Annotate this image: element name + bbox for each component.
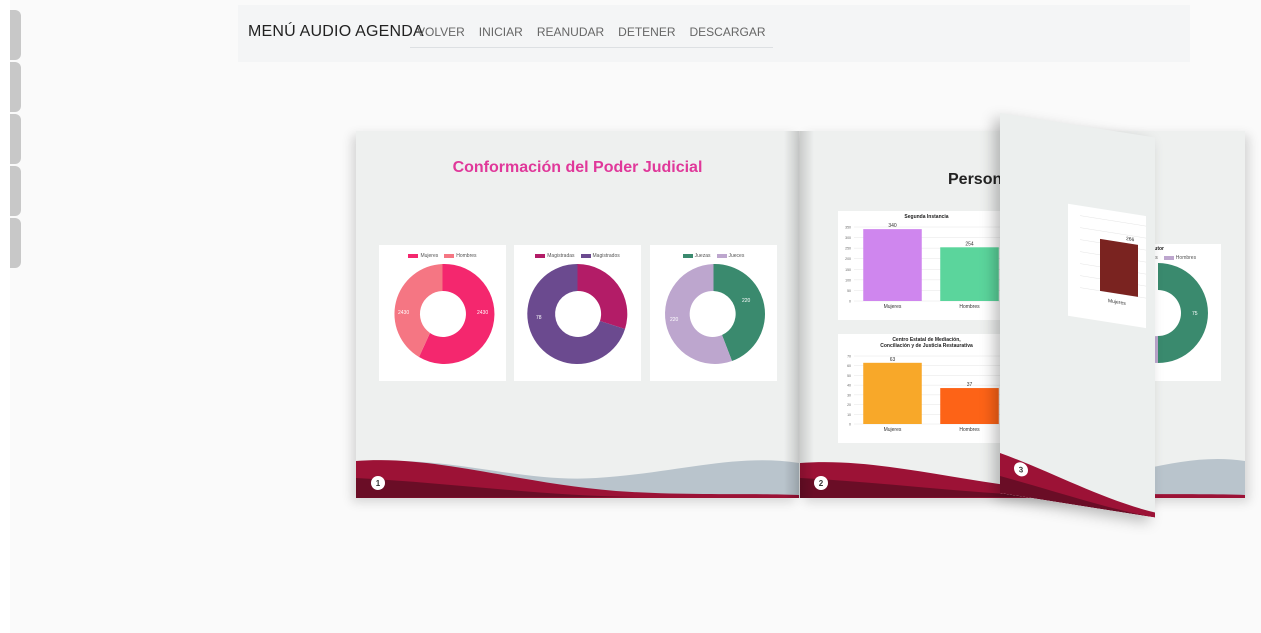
bar-chart-1-title: Segunda Instancia <box>904 214 949 220</box>
legend-magistrados: Magistrados <box>592 253 620 259</box>
donut-1-label-b: 2430 <box>398 310 409 316</box>
y-tick-label: 10 <box>847 413 851 417</box>
bar-chart-2-title-line-2: Conciliación y de Justicia Restaurativa <box>880 343 973 349</box>
donut-3-label-a: 220 <box>742 298 751 304</box>
legend-ejecutor-hombres: Hombres <box>1175 255 1197 261</box>
bar-mujeres <box>863 229 922 301</box>
y-tick-label: 0 <box>849 423 851 427</box>
page-2-number: 2 <box>814 476 828 490</box>
side-tab-1[interactable] <box>10 10 21 60</box>
menu-volver-button[interactable]: VOLVER <box>410 21 472 45</box>
bar-hombres <box>940 388 999 424</box>
donut-card-1: Mujeres Hombres 2430 2430 <box>379 245 506 381</box>
legend-magistradas: Magistradas <box>547 253 575 259</box>
bar-category-label: Hombres <box>959 427 980 433</box>
donut-2: 78 <box>527 263 628 364</box>
bar-hombres <box>940 247 999 301</box>
donut-1-label-a: 2430 <box>477 310 488 316</box>
y-tick-label: 40 <box>847 384 851 388</box>
y-tick-label: 300 <box>845 236 851 240</box>
donut-card-2: Magistradas Magistrados 78 <box>514 245 641 381</box>
menu-detener-button[interactable]: DETENER <box>611 21 682 45</box>
page-1-wave <box>356 460 799 498</box>
page-3-bar-chart: 266 Mujeres <box>1080 215 1146 307</box>
page-3-bar-value: 266 <box>1126 236 1135 243</box>
book-page-1[interactable]: Conformación del Poder Judicial Mujeres … <box>356 131 799 498</box>
bar-card-centro-mediacion: Centro Estatal de Mediación, Conciliació… <box>838 334 1015 443</box>
donut-3-label-b: 220 <box>670 317 679 323</box>
y-tick-label: 250 <box>845 247 851 251</box>
menu-reanudar-button[interactable]: REANUDAR <box>530 21 611 45</box>
bar-chart-centro-mediacion: 0 10 20 30 40 50 60 70 63 Mujeres 37 Hombres <box>847 355 1008 433</box>
menu-iniciar-button[interactable]: INICIAR <box>472 21 530 45</box>
bar-card-segunda-instancia: Segunda Instancia 0 50 100 150 200 250 300 350 3… <box>838 211 1015 320</box>
menu-descargar-button[interactable]: DESCARGAR <box>683 21 773 45</box>
menu-title: MENÚ AUDIO AGENDA <box>248 23 424 40</box>
bar-chart-segunda-instancia: 0 50 100 150 200 250 300 350 340 Mujeres 254 Hombre… <box>845 223 1008 310</box>
bar-chart-2-title: Centro Estatal de Mediación, Conciliació… <box>838 337 1015 349</box>
turning-page-3[interactable]: 266 Mujeres 3 <box>1000 113 1155 518</box>
y-tick-label: 60 <box>847 364 851 368</box>
page-3-bar-card: 266 Mujeres <box>1068 203 1146 329</box>
side-tab-3[interactable] <box>10 114 21 164</box>
bar-category-label: Mujeres <box>884 427 902 433</box>
y-tick-label: 30 <box>847 393 851 397</box>
legend-juezas: Juezas <box>694 253 711 259</box>
bar-category-label: Mujeres <box>884 304 902 310</box>
side-tabs <box>10 10 21 270</box>
y-tick-label: 350 <box>845 226 851 230</box>
donut-card-3: Juezas Jueces 220 220 <box>650 245 777 381</box>
bar-value-label: 37 <box>967 382 973 388</box>
page-1-title: Conformación del Poder Judicial <box>452 159 703 176</box>
side-tab-2[interactable] <box>10 62 21 112</box>
side-tab-4[interactable] <box>10 166 21 216</box>
bar-value-label: 63 <box>890 357 896 363</box>
donut-2-slice-magistradas <box>577 264 628 329</box>
donut-ejecutor-label: 75 <box>1192 311 1198 317</box>
y-tick-label: 150 <box>845 268 851 272</box>
y-tick-label: 50 <box>847 374 851 378</box>
legend-mujeres: Mujeres <box>420 253 439 259</box>
page-3-bar-mujeres <box>1100 238 1138 297</box>
menu-items: VOLVER INICIAR REANUDAR DETENER DESCARGA… <box>410 21 773 48</box>
y-tick-label: 70 <box>847 355 851 359</box>
legend-jueces: Jueces <box>728 253 745 259</box>
y-tick-label: 100 <box>845 278 851 282</box>
bar-category-label: Hombres <box>959 304 980 310</box>
donut-3-legend: Juezas Jueces <box>650 253 777 259</box>
donut-3: 220 220 <box>665 263 766 364</box>
bar-value-label: 340 <box>888 223 897 229</box>
bar-value-label: 254 <box>965 241 974 247</box>
legend-hombres: Hombres <box>456 253 477 259</box>
y-tick-label: 50 <box>847 289 851 293</box>
donut-1-legend: Mujeres Hombres <box>379 253 506 259</box>
donut-ejecutor-slice-mujeres <box>1158 263 1208 363</box>
audio-agenda-menu: MENÚ AUDIO AGENDA VOLVER INICIAR REANUDA… <box>238 5 1190 62</box>
bar-mujeres <box>863 362 922 424</box>
donut-1: 2430 2430 <box>394 263 495 364</box>
donut-2-label: 78 <box>536 315 542 321</box>
page-3-bar-category: Mujeres <box>1108 298 1126 307</box>
page-1-number: 1 <box>371 476 385 490</box>
donut-2-legend: Magistradas Magistrados <box>514 253 641 259</box>
y-tick-label: 0 <box>849 300 851 304</box>
y-tick-label: 20 <box>847 403 851 407</box>
y-tick-label: 200 <box>845 257 851 261</box>
side-tab-5[interactable] <box>10 218 21 268</box>
